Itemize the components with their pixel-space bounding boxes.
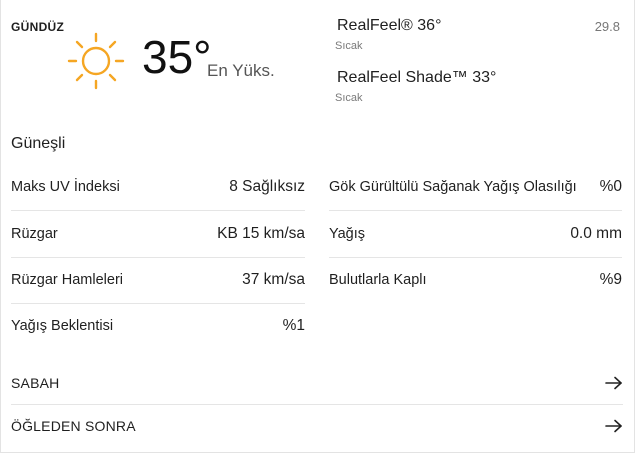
nav-afternoon[interactable]: ÖĞLEDEN SONRA <box>11 405 623 447</box>
realfeel-shade-desc: Sıcak <box>335 92 363 104</box>
section-title: GÜNDÜZ <box>11 20 65 34</box>
day-forecast-card: GÜNDÜZ 35° En Yüks. RealFeel® 36° Sıcak … <box>0 0 635 453</box>
nav-label: ÖĞLEDEN SONRA <box>11 418 136 434</box>
realfeel-desc: Sıcak <box>335 40 363 52</box>
detail-value: %9 <box>599 271 622 288</box>
detail-row-precip-prob: Yağış Beklentisi %1 <box>11 303 305 349</box>
detail-label: Maks UV İndeksi <box>11 179 120 195</box>
detail-label: Bulutlarla Kaplı <box>329 272 427 288</box>
temperature: 35° <box>142 31 212 83</box>
detail-row-gusts: Rüzgar Hamleleri 37 km/sa <box>11 257 305 304</box>
detail-value: KB 15 km/sa <box>217 225 305 242</box>
nav-morning[interactable]: SABAH <box>11 362 623 405</box>
detail-label: Gök Gürültülü Sağanak Yağış Olasılığı <box>329 179 577 195</box>
detail-row-cloud: Bulutlarla Kaplı %9 <box>329 257 622 303</box>
detail-value: 37 km/sa <box>242 271 305 288</box>
sun-icon <box>67 32 125 90</box>
detail-label: Rüzgar <box>11 226 58 242</box>
detail-value: 8 Sağlıksız <box>229 178 305 195</box>
nav-label: SABAH <box>11 375 60 391</box>
detail-row-wind: Rüzgar KB 15 km/sa <box>11 211 305 258</box>
detail-label: Yağış Beklentisi <box>11 318 114 334</box>
detail-value: %0 <box>599 178 622 195</box>
detail-row-uv: Maks UV İndeksi 8 Sağlıksız <box>11 164 305 211</box>
temperature-label: En Yüks. <box>207 61 275 80</box>
realfeel: RealFeel® 36° <box>337 17 442 34</box>
detail-row-precip: Yağış 0.0 mm <box>329 211 622 258</box>
detail-label: Rüzgar Hamleleri <box>11 272 124 288</box>
detail-label: Yağış <box>329 226 366 242</box>
detail-value: 0.0 mm <box>570 225 622 242</box>
detail-value: %1 <box>282 317 305 334</box>
side-value: 29.8 <box>594 19 620 34</box>
detail-row-thunder: Gök Gürültülü Sağanak Yağış Olasılığı %0 <box>329 164 622 211</box>
arrow-right-icon <box>605 376 622 390</box>
weather-phrase: Güneşli <box>11 135 66 152</box>
arrow-right-icon <box>605 419 622 433</box>
realfeel-shade: RealFeel Shade™ 33° <box>337 69 497 86</box>
